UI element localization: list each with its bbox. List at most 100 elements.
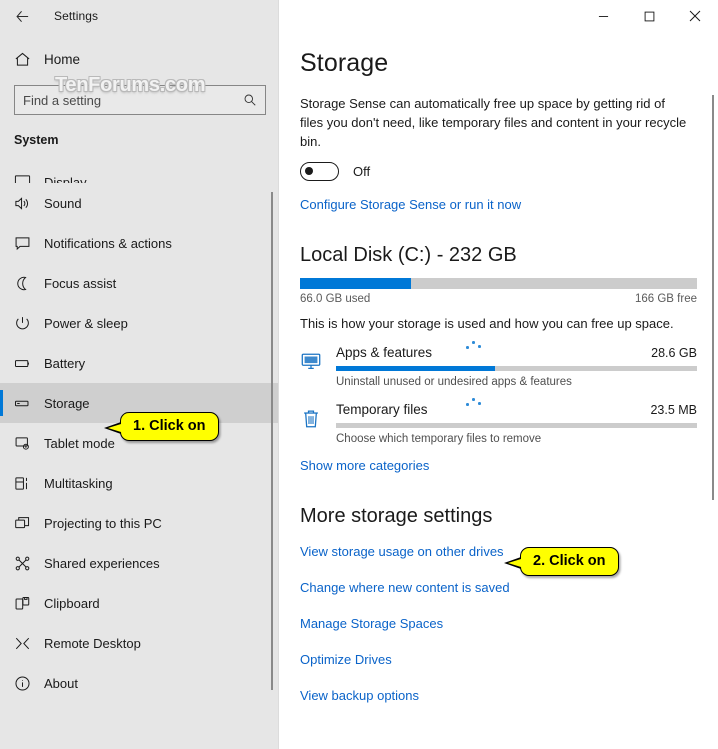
local-disk-free-label: 166 GB free <box>634 293 697 305</box>
local-disk-used-label: 66.0 GB used <box>300 293 371 305</box>
back-icon[interactable] <box>0 0 44 32</box>
more-settings-link[interactable]: Optimize Drives <box>300 652 392 667</box>
callout-step-1: 1. Click on <box>104 412 219 441</box>
storage-icon <box>14 395 44 412</box>
search-box[interactable] <box>14 85 266 115</box>
configure-storage-sense-link[interactable]: Configure Storage Sense or run it now <box>300 197 521 212</box>
storage-category-bar <box>336 366 697 371</box>
sidebar-item-battery[interactable]: Battery <box>0 343 279 383</box>
storage-category-name: Apps & features <box>336 345 433 360</box>
info-icon <box>14 675 44 692</box>
sidebar-item-power-sleep[interactable]: Power & sleep <box>0 303 279 343</box>
storage-category-item[interactable]: Temporary files 23.5 MB Choose which tempo… <box>300 398 697 445</box>
sidebar-item-label: About <box>44 675 78 691</box>
more-settings-link-row: View storage usage on other drives <box>300 543 697 561</box>
sidebar-item-label: Display <box>44 175 87 183</box>
sidebar-item-label: Notifications & actions <box>44 235 172 251</box>
minimize-icon[interactable] <box>580 0 626 32</box>
more-settings-link-row: Optimize Drives <box>300 651 697 669</box>
configure-storage-sense-row: Configure Storage Sense or run it now <box>300 196 697 214</box>
callout-step-2: 2. Click on <box>504 547 619 576</box>
multitasking-icon <box>14 475 44 492</box>
sidebar-item-multitasking[interactable]: Multitasking <box>0 463 279 503</box>
storage-sense-toggle-row: Off <box>300 162 697 181</box>
storage-category-size: 28.6 GB <box>651 346 697 360</box>
storage-category-top: Apps & features 28.6 GB <box>336 345 697 360</box>
sidebar-item-label: Power & sleep <box>44 315 128 331</box>
sidebar-item-label: Projecting to this PC <box>44 515 162 531</box>
sidebar-item-display[interactable]: Display <box>0 153 279 183</box>
maximize-icon[interactable] <box>626 0 672 32</box>
storage-category-top: Temporary files 23.5 MB <box>336 402 697 417</box>
sidebar-item-label: Tablet mode <box>44 435 115 451</box>
sidebar-item-about[interactable]: About <box>0 663 279 703</box>
sidebar-item-clipboard[interactable]: Clipboard <box>0 583 279 623</box>
local-disk-usage-bar <box>300 278 697 289</box>
storage-category-bar <box>336 423 697 428</box>
trash-icon <box>300 402 336 445</box>
display-icon <box>14 173 44 183</box>
storage-category-subtitle: Uninstall unused or undesired apps & fea… <box>336 376 572 388</box>
storage-category-size: 23.5 MB <box>650 403 697 417</box>
clipboard-icon <box>14 595 44 612</box>
main-pane: Storage Storage Sense can automatically … <box>279 0 718 749</box>
sidebar-item-focus-assist[interactable]: Focus assist <box>0 263 279 303</box>
apps-features-icon <box>300 345 336 388</box>
sidebar-item-remote-desktop[interactable]: Remote Desktop <box>0 623 279 663</box>
storage-category-bar-fill <box>336 366 495 371</box>
search-container <box>14 85 267 115</box>
callout-step-1-text: 1. Click on <box>133 418 206 434</box>
show-more-row: Show more categories <box>300 457 697 475</box>
more-settings-link[interactable]: Change where new content is saved <box>300 580 510 595</box>
close-icon[interactable] <box>672 0 718 32</box>
sidebar-item-sound[interactable]: Sound <box>0 183 279 223</box>
sidebar-item-label: Focus assist <box>44 275 117 291</box>
sidebar-scrollbar[interactable] <box>269 160 275 749</box>
sidebar-home-label: Home <box>44 51 81 67</box>
notification-icon <box>14 235 44 252</box>
projecting-icon <box>14 515 44 532</box>
sidebar-item-shared-experiences[interactable]: Shared experiences <box>0 543 279 583</box>
more-storage-settings-heading: More storage settings <box>300 505 493 527</box>
storage-category-name: Temporary files <box>336 402 428 417</box>
page-title: Storage <box>300 49 389 77</box>
more-settings-link-row: Change where new content is saved <box>300 579 697 597</box>
toggle-knob <box>305 167 313 175</box>
sidebar-item-home[interactable]: Home <box>0 42 279 76</box>
sidebar-scrollbar-thumb[interactable] <box>271 192 273 690</box>
tablet-icon <box>14 435 44 452</box>
sidebar-group-header: System <box>14 133 59 147</box>
window-title: Settings <box>54 9 99 23</box>
shared-icon <box>14 555 44 572</box>
sidebar-item-notifications-actions[interactable]: Notifications & actions <box>0 223 279 263</box>
callout-tail-inner <box>108 424 121 432</box>
local-disk-legend: 66.0 GB used 166 GB free <box>300 293 697 305</box>
more-settings-link-row: View backup options <box>300 687 697 705</box>
storage-sense-toggle[interactable] <box>300 162 339 181</box>
search-icon[interactable] <box>243 93 257 107</box>
more-settings-link-row: Manage Storage Spaces <box>300 615 697 633</box>
sidebar-item-label: Battery <box>44 355 86 371</box>
callout-tail-inner <box>508 559 521 567</box>
storage-category-list: Apps & features 28.6 GB Uninstall unused o… <box>300 341 697 445</box>
sidebar-titlebar: Settings <box>0 0 279 32</box>
sidebar-item-label: Shared experiences <box>44 555 160 571</box>
search-input[interactable] <box>23 92 243 108</box>
show-more-categories-link[interactable]: Show more categories <box>300 458 429 473</box>
sidebar: Settings Home TenForums.com System Displ… <box>0 0 279 749</box>
home-icon <box>14 51 44 68</box>
local-disk-description: This is how your storage is used and how… <box>300 316 674 331</box>
more-settings-link[interactable]: View backup options <box>300 688 419 703</box>
sidebar-item-label: Multitasking <box>44 475 113 491</box>
storage-category-subtitle: Choose which temporary files to remove <box>336 433 542 445</box>
main-scrollbar-thumb[interactable] <box>712 95 714 500</box>
storage-sense-description: Storage Sense can automatically free up … <box>300 96 687 149</box>
more-settings-link[interactable]: View storage usage on other drives <box>300 544 504 559</box>
storage-category-item[interactable]: Apps & features 28.6 GB Uninstall unused o… <box>300 341 697 388</box>
more-storage-settings-links: View storage usage on other drives Change… <box>300 543 697 705</box>
callout-step-2-text: 2. Click on <box>533 553 606 569</box>
storage-category-body: Apps & features 28.6 GB Uninstall unused o… <box>336 341 697 388</box>
more-settings-link[interactable]: Manage Storage Spaces <box>300 616 443 631</box>
battery-icon <box>14 355 44 372</box>
sidebar-item-projecting-to-this-pc[interactable]: Projecting to this PC <box>0 503 279 543</box>
